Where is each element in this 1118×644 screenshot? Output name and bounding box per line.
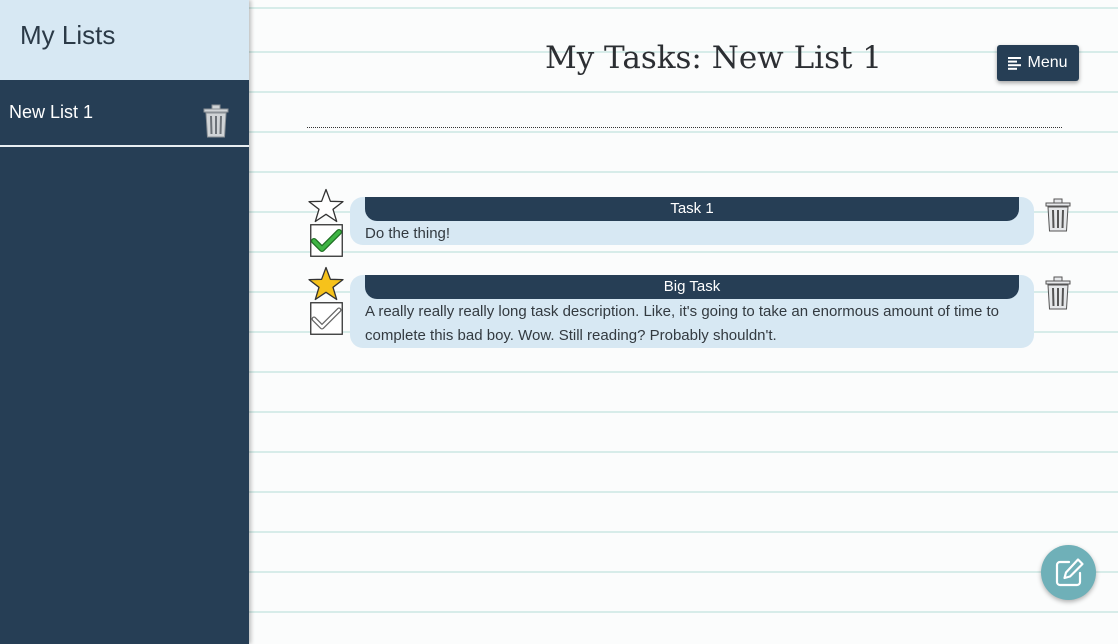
sidebar: My Lists New List 1	[0, 0, 249, 644]
task-description: Do the thing!	[365, 225, 451, 242]
task-card[interactable]: Task 1 Do the thing!	[350, 197, 1034, 245]
star-filled-icon[interactable]	[307, 266, 345, 302]
sidebar-item-label: New List 1	[9, 102, 94, 122]
star-outline-icon[interactable]	[307, 188, 345, 224]
trash-icon[interactable]	[1045, 198, 1071, 232]
task-description: A really really really long task descrip…	[365, 303, 1000, 344]
task-title: Task 1	[365, 197, 1019, 221]
sidebar-header: My Lists	[0, 0, 249, 80]
trash-icon[interactable]	[1045, 276, 1071, 310]
divider	[307, 127, 1062, 128]
menu-button[interactable]: Menu	[997, 45, 1079, 81]
sidebar-item-new-list-1[interactable]: New List 1	[0, 80, 249, 147]
main-content: My Tasks: New List 1 Menu Task 1 Do the …	[249, 0, 1118, 644]
task-card[interactable]: Big Task A really really really long tas…	[350, 275, 1034, 348]
checkbox-checked-icon[interactable]	[310, 224, 343, 257]
trash-icon[interactable]	[203, 104, 229, 138]
page-title: My Tasks: New List 1	[544, 40, 883, 76]
sidebar-title: My Lists	[20, 19, 116, 50]
edit-icon	[1055, 557, 1084, 586]
menu-label: Menu	[1027, 54, 1068, 71]
new-task-button[interactable]	[1041, 545, 1096, 600]
checkbox-unchecked-icon[interactable]	[310, 302, 343, 335]
hamburger-icon	[1008, 56, 1022, 70]
task-title: Big Task	[365, 275, 1019, 299]
